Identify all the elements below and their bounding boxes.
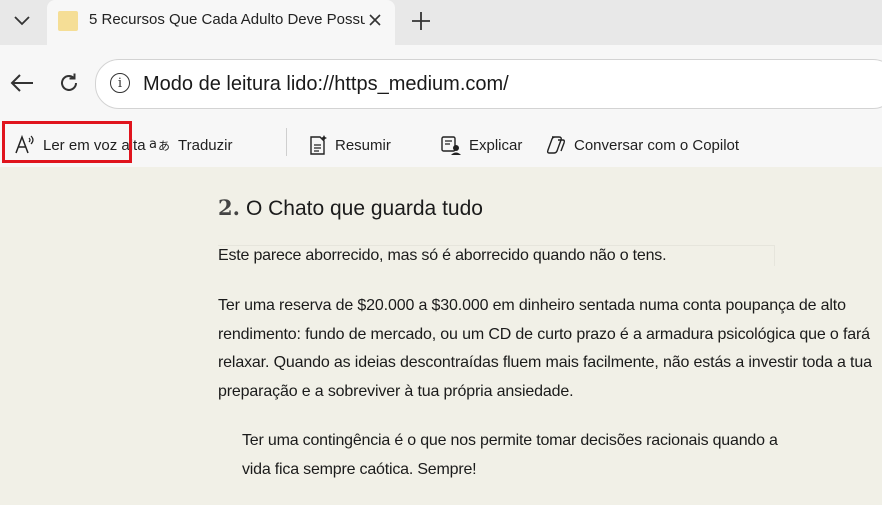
paragraph-intro: Este parece aborrecido, mas só é aborrec… (218, 247, 667, 264)
summarize-icon (310, 135, 327, 155)
refresh-icon (61, 73, 77, 91)
quote-line: Ter uma contingência é o que nos permite… (242, 432, 778, 449)
section-heading: 2. O Chato que guarda tudo (218, 195, 483, 221)
reader-toolbar: Ler em voz alta a あ Traduzir Resumir Exp… (0, 122, 882, 167)
translate-icon: a あ (149, 137, 170, 153)
reader-content: 2. O Chato que guarda tudo Este parece ab… (0, 167, 882, 505)
heading-text: O Chato que guarda tudo (245, 197, 483, 220)
refresh-button[interactable] (55, 69, 83, 97)
copilot-label: Conversar com o Copilot (574, 136, 740, 154)
tab-list-button[interactable] (2, 2, 42, 40)
chevron-down-icon (14, 16, 30, 26)
page-favicon-icon (58, 11, 78, 31)
copilot-icon (546, 136, 566, 154)
active-tab[interactable]: 5 Recursos Que Cada Adulto Deve Possuir (47, 0, 395, 45)
info-icon[interactable]: i (110, 73, 130, 93)
new-tab-button[interactable] (406, 6, 436, 36)
svg-text:a: a (149, 137, 157, 152)
paragraph-body: Ter uma reserva de $20.000 a $30.000 em … (218, 292, 872, 406)
summarize-label: Resumir (335, 136, 391, 154)
paragraph-line: rendimento: fundo de mercado, ou um CD d… (218, 325, 870, 343)
explain-label: Explicar (469, 136, 523, 154)
plus-icon (412, 12, 430, 30)
tab-strip: 5 Recursos Que Cada Adulto Deve Possuir (0, 0, 882, 45)
paragraph-line: relaxar. Quando as ideias descontraídas … (218, 354, 872, 371)
paragraph-line: Ter uma reserva de $20.000 a $30.000 em … (218, 297, 846, 314)
address-bar[interactable]: i Modo de leitura lido://https_medium.co… (95, 59, 882, 109)
translate-button[interactable]: a あ Traduzir (149, 130, 232, 160)
explain-button[interactable]: Explicar (440, 130, 522, 160)
back-button[interactable] (8, 69, 36, 97)
close-icon (369, 14, 381, 26)
navigation-toolbar: i Modo de leitura lido://https_medium.co… (0, 45, 882, 122)
close-tab-button[interactable] (365, 8, 385, 32)
heading-number: 2. (218, 195, 240, 220)
explain-icon (441, 136, 461, 155)
summarize-button[interactable]: Resumir (308, 130, 391, 160)
highlight-annotation (2, 121, 132, 163)
address-text[interactable]: Modo de leitura lido://https_medium.com/ (143, 73, 509, 96)
block-quote: Ter uma contingência é o que nos permite… (242, 427, 802, 484)
tab-title: 5 Recursos Que Cada Adulto Deve Possuir (89, 11, 375, 28)
quote-line: vida fica sempre caótica. Sempre! (242, 460, 477, 478)
toolbar-divider (286, 128, 287, 156)
paragraph-line: preparação e a sobreviver à tua própria … (218, 382, 574, 400)
arrow-left-icon (10, 74, 33, 92)
translate-label: Traduzir (178, 136, 233, 154)
copilot-chat-button[interactable]: Conversar com o Copilot (545, 130, 739, 160)
svg-text:あ: あ (158, 139, 170, 153)
